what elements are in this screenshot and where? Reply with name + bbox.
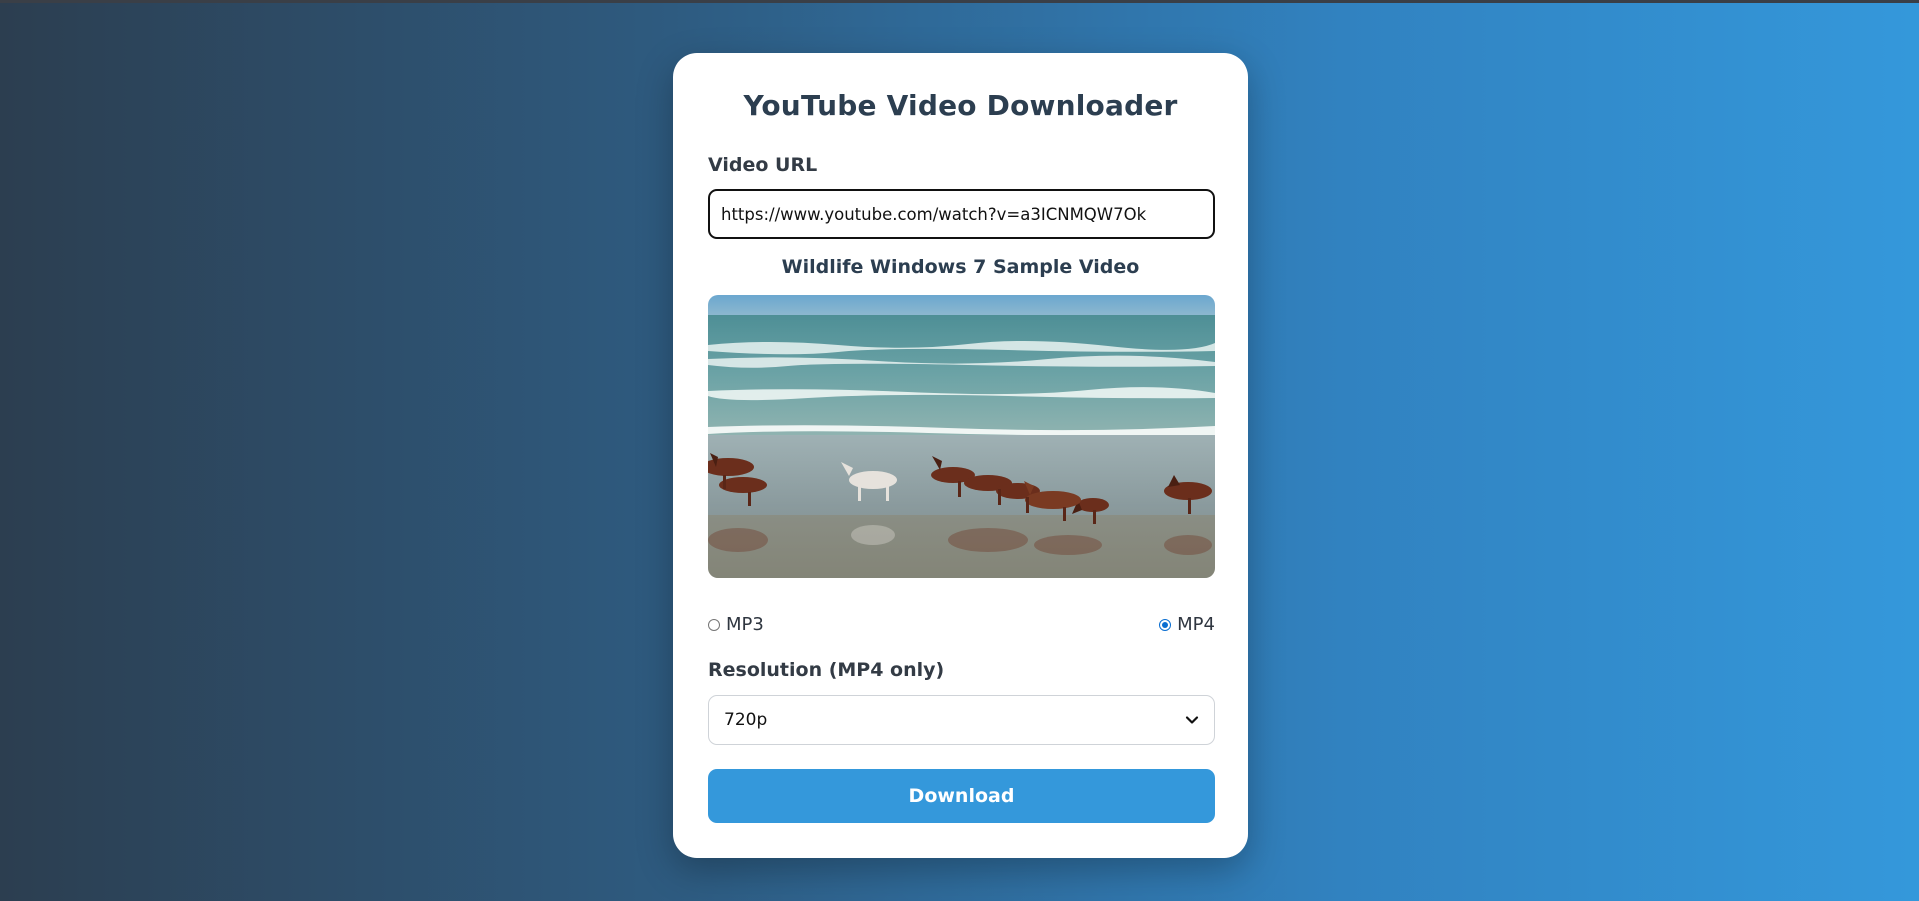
video-thumbnail [708, 295, 1215, 578]
resolution-selected-value: 720p [724, 710, 768, 730]
resolution-select[interactable]: 720p [708, 695, 1215, 745]
format-option-mp4[interactable]: MP4 [1159, 614, 1215, 635]
mp3-label: MP3 [726, 614, 764, 635]
page-title: YouTube Video Downloader [743, 89, 1178, 122]
download-button[interactable]: Download [708, 769, 1215, 823]
downloader-card: YouTube Video Downloader Video URL Wildl… [673, 53, 1248, 858]
video-title: Wildlife Windows 7 Sample Video [781, 256, 1140, 278]
video-url-input[interactable] [708, 189, 1215, 239]
mp4-label: MP4 [1177, 614, 1215, 635]
resolution-label: Resolution (MP4 only) [708, 659, 945, 681]
thumbnail-image [708, 295, 1215, 578]
format-options: MP3 MP4 [708, 614, 1215, 638]
window-top-border [0, 0, 1919, 3]
mp4-radio[interactable] [1159, 618, 1172, 631]
chevron-down-icon [1185, 716, 1199, 724]
mp3-radio[interactable] [708, 618, 720, 631]
video-url-label: Video URL [708, 154, 818, 176]
format-option-mp3[interactable]: MP3 [708, 614, 764, 635]
